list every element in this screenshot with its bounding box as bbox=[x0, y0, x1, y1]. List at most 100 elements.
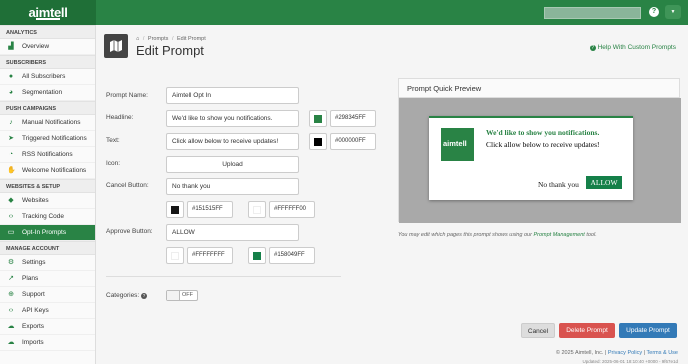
sidebar-item-opt-in-prompts[interactable]: ▭ Opt-In Prompts bbox=[0, 225, 95, 241]
cancel-button[interactable]: Cancel bbox=[521, 323, 555, 338]
categories-label: Categories: ? bbox=[106, 292, 148, 299]
breadcrumb-separator: / bbox=[142, 36, 145, 42]
bell-icon: ♪ bbox=[9, 119, 13, 126]
update-prompt-button[interactable]: Update Prompt bbox=[619, 323, 677, 338]
privacy-policy-link[interactable]: Privacy Policy bbox=[608, 350, 642, 356]
approve-text-color-input[interactable]: #FFFFFFFF bbox=[187, 247, 233, 264]
sidebar-item-label: Plans bbox=[22, 275, 39, 282]
code-icon: ‹› bbox=[8, 307, 14, 314]
form-divider bbox=[106, 276, 341, 277]
line-chart-icon: ↗ bbox=[8, 275, 14, 282]
page-title: Edit Prompt bbox=[136, 43, 204, 58]
question-circle-icon: ? bbox=[589, 45, 596, 51]
account-selector[interactable] bbox=[544, 7, 641, 19]
sidebar-item-plans[interactable]: ↗ Plans bbox=[0, 271, 95, 287]
question-circle-icon[interactable]: ? bbox=[141, 293, 148, 299]
approve-text-color-swatch[interactable] bbox=[166, 247, 184, 264]
approve-button-input[interactable]: ALLOW bbox=[166, 224, 299, 241]
breadcrumb: ⌂ / Prompts / Edit Prompt bbox=[136, 36, 206, 42]
footer-updated: Updated: 2025-06-01 18:10:40 +0000 - 9f6… bbox=[582, 359, 678, 364]
sidebar-item-label: Overview bbox=[22, 43, 50, 50]
sidebar-item-rss-notifications[interactable]: ◔ RSS Notifications bbox=[0, 147, 95, 163]
logo-underline bbox=[36, 18, 60, 20]
sidebar-item-websites[interactable]: ◆ Websites bbox=[0, 193, 95, 209]
preview-logo-text: aimtell bbox=[443, 139, 467, 148]
map-icon-svg bbox=[110, 40, 122, 52]
headline-input[interactable]: We'd like to show you notifications. bbox=[166, 110, 299, 127]
headline-color-input[interactable]: #298345FF bbox=[330, 110, 376, 127]
text-label: Text: bbox=[106, 137, 120, 144]
sidebar-item-label: API Keys bbox=[22, 307, 49, 314]
sidebar-item-all-subscribers[interactable]: ● All Subscribers bbox=[0, 69, 95, 85]
sidebar-item-manual-notifications[interactable]: ♪ Manual Notifications bbox=[0, 115, 95, 131]
sidebar-section-subscribers: SUBSCRIBERS bbox=[0, 55, 95, 69]
color-swatch bbox=[171, 252, 179, 260]
preview-note-suffix: tool. bbox=[584, 232, 597, 238]
sidebar-item-label: RSS Notifications bbox=[22, 151, 73, 158]
upload-button[interactable]: Upload bbox=[166, 156, 299, 173]
prompt-management-link[interactable]: Prompt Management bbox=[533, 232, 584, 238]
breadcrumb-separator: / bbox=[171, 36, 174, 42]
delete-prompt-button[interactable]: Delete Prompt bbox=[559, 323, 615, 338]
text-input[interactable]: Click allow below to receive updates! bbox=[166, 133, 299, 150]
breadcrumb-current: Edit Prompt bbox=[177, 36, 206, 42]
text-color-input[interactable]: #000000FF bbox=[330, 133, 376, 150]
sidebar-item-overview[interactable]: ▟ Overview bbox=[0, 39, 95, 55]
headline-color-swatch[interactable] bbox=[309, 110, 327, 127]
cancel-bg-color-input[interactable]: #FFFFFF00 bbox=[269, 201, 315, 218]
rss-icon: ◔ bbox=[8, 151, 14, 158]
sidebar-item-label: Tracking Code bbox=[22, 213, 65, 220]
sidebar-item-label: Opt-In Prompts bbox=[22, 229, 67, 236]
color-swatch bbox=[253, 252, 261, 260]
prompt-name-input[interactable]: Aimtell Opt In bbox=[166, 87, 299, 104]
preview-popup: aimtell We'd like to show you notificati… bbox=[429, 116, 633, 200]
sidebar-item-label: Manual Notifications bbox=[22, 119, 81, 126]
color-swatch bbox=[253, 206, 261, 214]
sidebar-item-segmentation[interactable]: ◕ Segmentation bbox=[0, 85, 95, 101]
sidebar-item-api-keys[interactable]: ‹› API Keys bbox=[0, 303, 95, 319]
breadcrumb-prompts[interactable]: Prompts bbox=[148, 36, 168, 42]
code-icon: ‹› bbox=[8, 213, 14, 220]
toggle-knob bbox=[167, 291, 180, 300]
question-circle-icon[interactable]: ? bbox=[649, 7, 659, 17]
sidebar-item-exports[interactable]: ☁ Exports bbox=[0, 319, 95, 335]
lifebuoy-icon: ⊕ bbox=[8, 291, 14, 298]
preview-allow-button[interactable]: ALLOW bbox=[586, 176, 622, 189]
sidebar-item-tracking-code[interactable]: ‹› Tracking Code bbox=[0, 209, 95, 225]
sidebar-item-triggered-notifications[interactable]: ➤ Triggered Notifications bbox=[0, 131, 95, 147]
home-icon[interactable]: ⌂ bbox=[136, 36, 139, 42]
preview-headline: We'd like to show you notifications. bbox=[486, 128, 600, 137]
sidebar-item-welcome-notifications[interactable]: ✋ Welcome Notifications bbox=[0, 163, 95, 179]
help-link-label: Help With Custom Prompts bbox=[597, 44, 676, 51]
headline-label: Headline: bbox=[106, 114, 134, 121]
preview-backdrop: aimtell We'd like to show you notificati… bbox=[399, 98, 681, 223]
approve-bg-color-swatch[interactable] bbox=[248, 247, 266, 264]
categories-label-text: Categories: bbox=[106, 292, 140, 299]
text-color-swatch[interactable] bbox=[309, 133, 327, 150]
categories-toggle[interactable]: OFF bbox=[166, 290, 198, 301]
copyright: © 2025 Aimtell, Inc. bbox=[555, 350, 604, 356]
chart-icon: ▟ bbox=[8, 43, 14, 50]
cancel-text-color-swatch[interactable] bbox=[166, 201, 184, 218]
logo[interactable]: aimtell bbox=[0, 0, 96, 25]
sidebar-item-support[interactable]: ⊕ Support bbox=[0, 287, 95, 303]
footer: © 2025 Aimtell, Inc. | Privacy Policy | … bbox=[555, 350, 678, 356]
user-menu-button[interactable]: ▼ bbox=[665, 5, 681, 19]
preview-note-prefix: You may edit which pages this prompt sho… bbox=[398, 232, 534, 238]
prompt-name-label: Prompt Name: bbox=[106, 92, 148, 99]
color-swatch bbox=[171, 206, 179, 214]
cloud-upload-icon: ☁ bbox=[7, 339, 15, 346]
terms-link[interactable]: Terms & Use bbox=[647, 350, 678, 356]
preview-cancel-button[interactable]: No thank you bbox=[538, 180, 579, 189]
color-swatch bbox=[314, 138, 322, 146]
cancel-button-input[interactable]: No thank you bbox=[166, 178, 299, 195]
cancel-text-color-input[interactable]: #151515FF bbox=[187, 201, 233, 218]
cancel-bg-color-swatch[interactable] bbox=[248, 201, 266, 218]
sidebar-item-settings[interactable]: ⚙ Settings bbox=[0, 255, 95, 271]
help-link[interactable]: ? Help With Custom Prompts bbox=[589, 44, 676, 51]
sidebar-item-label: Websites bbox=[22, 197, 49, 204]
sidebar-item-imports[interactable]: ☁ Imports bbox=[0, 335, 95, 351]
sidebar-item-label: Imports bbox=[22, 339, 44, 346]
approve-bg-color-input[interactable]: #158049FF bbox=[269, 247, 315, 264]
sidebar-section-analytics: ANALYTICS bbox=[0, 25, 95, 39]
